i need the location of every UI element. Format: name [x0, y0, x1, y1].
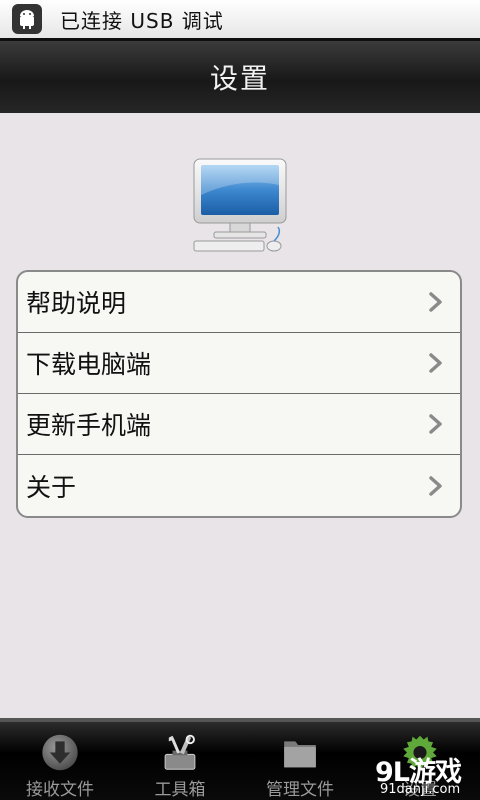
tab-toolbox[interactable]: 工具箱 [120, 722, 240, 800]
chevron-right-icon [429, 475, 442, 496]
download-icon [42, 734, 78, 771]
settings-item-about[interactable]: 关于 [18, 455, 460, 516]
settings-list: 帮助说明 下载电脑端 更新手机端 关于 [16, 270, 462, 518]
status-bar: 已连接 USB 调试 [0, 0, 480, 39]
watermark-url: 91danji.com [380, 782, 461, 797]
folder-icon [284, 741, 316, 768]
site-watermark: 9L游戏 91danji.com [372, 748, 472, 800]
page-title: 设置 [209, 62, 270, 95]
computer-monitor-icon [190, 155, 290, 255]
chevron-right-icon [429, 292, 442, 312]
title-bar: 设置 [0, 38, 480, 113]
tab-manage-files[interactable]: 管理文件 [240, 722, 360, 800]
settings-item-label: 更新手机端 [26, 411, 152, 440]
chevron-right-icon [429, 353, 442, 373]
settings-item-update-phone[interactable]: 更新手机端 [18, 394, 460, 455]
settings-item-help[interactable]: 帮助说明 [18, 272, 460, 333]
settings-item-label: 帮助说明 [26, 289, 127, 318]
settings-item-label: 关于 [26, 472, 77, 502]
tab-label: 接收文件 [26, 780, 94, 800]
tab-label: 管理文件 [266, 780, 334, 800]
chevron-right-icon [429, 414, 442, 434]
android-debug-icon [12, 4, 42, 34]
toolbox-icon [164, 734, 196, 770]
status-text: 已连接 USB 调试 [60, 8, 224, 33]
tab-receive-files[interactable]: 接收文件 [0, 722, 120, 800]
tab-label: 工具箱 [154, 780, 206, 800]
settings-item-label: 下载电脑端 [26, 350, 152, 379]
settings-item-download-pc[interactable]: 下载电脑端 [18, 333, 460, 394]
